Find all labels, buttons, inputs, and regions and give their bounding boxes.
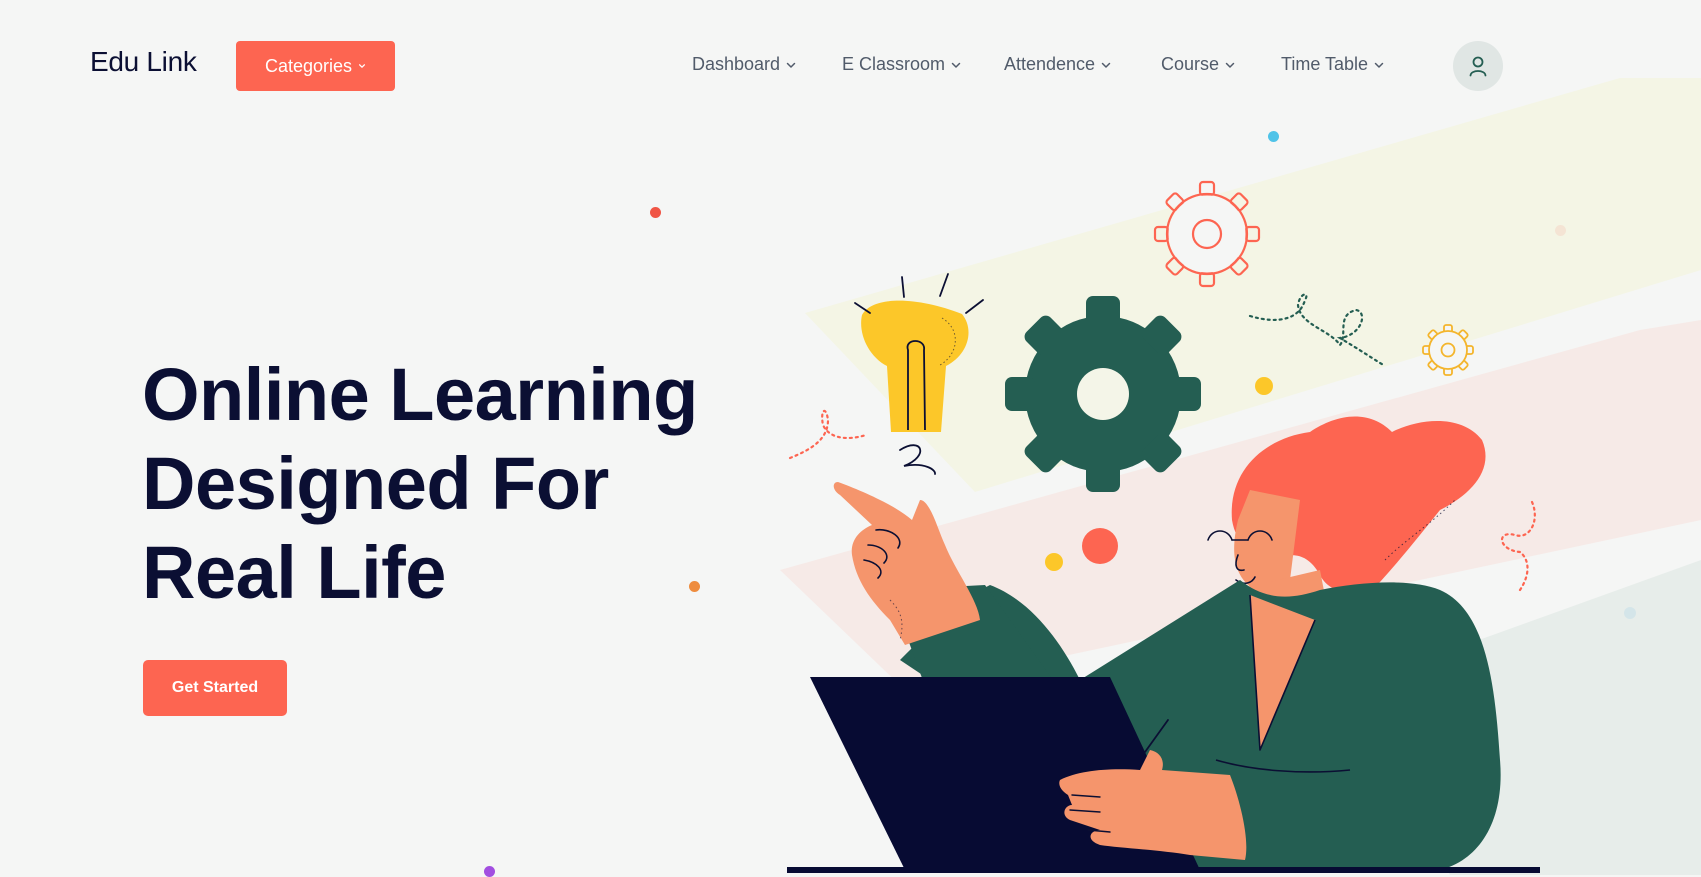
decorative-dot: [1082, 528, 1118, 564]
decorative-dot: [1045, 553, 1063, 571]
decorative-dot: [1255, 377, 1273, 395]
hero-illustration: [780, 78, 1701, 875]
outline-gear-icon: [1153, 180, 1261, 288]
small-outline-gear-icon: [1422, 324, 1474, 376]
gear-icon: [1005, 296, 1201, 492]
